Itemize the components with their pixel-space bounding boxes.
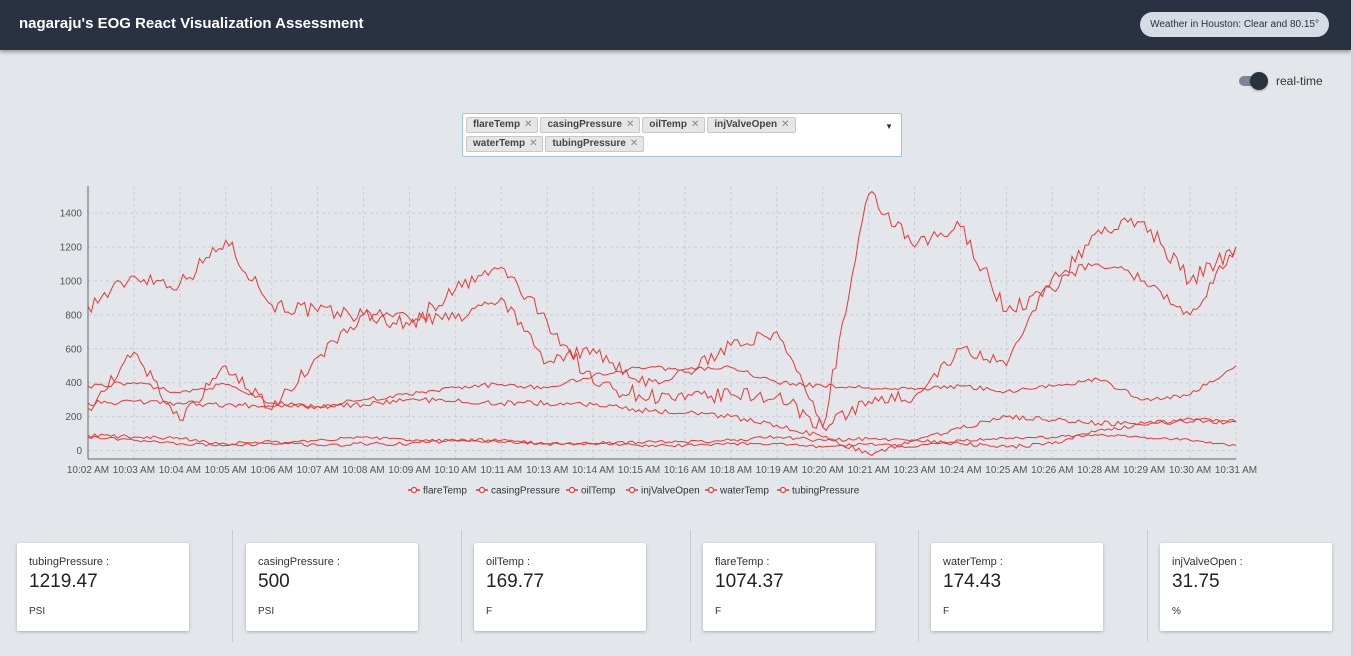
series-line-casingPressure <box>87 365 1237 409</box>
x-tick-label: 10:19 AM <box>756 465 798 476</box>
x-tick-label: 10:20 AM <box>802 465 844 476</box>
metric-card-casing-pressure: casingPressure : 500 PSI <box>246 543 418 631</box>
y-tick-label: 600 <box>65 344 82 355</box>
card-unit: F <box>715 606 722 617</box>
card-label: waterTemp : <box>943 556 1003 568</box>
card-value: 169.77 <box>486 571 545 592</box>
x-tick-label: 10:21 AM <box>848 465 890 476</box>
x-tick-label: 10:31 AM <box>1215 465 1257 476</box>
x-tick-label: 10:28 AM <box>1077 465 1119 476</box>
legend-marker <box>568 486 576 494</box>
x-tick-label: 10:05 AM <box>205 465 247 476</box>
legend-label: waterTemp <box>719 486 769 497</box>
legend-label: casingPressure <box>491 486 560 497</box>
card-label: casingPressure : <box>258 556 340 568</box>
legend-marker <box>779 486 787 494</box>
series-line-waterTemp <box>87 397 1237 457</box>
x-tick-label: 10:26 AM <box>1031 465 1073 476</box>
y-tick-label: 400 <box>65 378 82 389</box>
y-tick-label: 800 <box>65 310 82 321</box>
card-divider <box>1147 530 1148 642</box>
x-tick-label: 10:18 AM <box>710 465 752 476</box>
card-unit: PSI <box>258 606 275 617</box>
legend-marker <box>707 486 715 494</box>
card-value: 174.43 <box>943 571 1002 592</box>
card-divider <box>232 530 233 642</box>
x-tick-label: 10:06 AM <box>251 465 293 476</box>
card-value: 1074.37 <box>715 571 784 592</box>
card-label: oilTemp : <box>486 556 531 568</box>
card-value: 500 <box>258 571 290 592</box>
x-tick-label: 10:25 AM <box>985 465 1027 476</box>
metric-card-oil-temp: oilTemp : 169.77 F <box>474 543 646 631</box>
x-tick-label: 10:14 AM <box>572 465 614 476</box>
card-unit: % <box>1172 606 1181 617</box>
card-divider <box>461 530 462 642</box>
card-unit: F <box>486 606 493 617</box>
x-tick-label: 10:15 AM <box>618 465 660 476</box>
x-tick-label: 10:13 AM <box>526 465 568 476</box>
line-chart: 0 200 400 600 800 1000 1200 1400 10:02 AM 10:03 A… <box>60 186 1257 497</box>
card-label: tubingPressure : <box>29 556 110 568</box>
x-tick-label: 10:11 AM <box>481 465 523 476</box>
y-tick-label: 1400 <box>60 209 83 220</box>
card-unit: PSI <box>29 606 46 617</box>
x-tick-label: 10:10 AM <box>434 465 476 476</box>
legend-marker <box>628 486 636 494</box>
x-tick-label: 10:16 AM <box>664 465 706 476</box>
card-label: injValveOpen : <box>1172 556 1243 568</box>
legend-label: flareTemp <box>423 486 467 497</box>
metric-card-inj-valve-open: injValveOpen : 31.75 % <box>1160 543 1332 631</box>
legend-label: injValveOpen <box>641 486 700 497</box>
x-tick-label: 10:03 AM <box>113 465 155 476</box>
legend-label: tubingPressure <box>792 486 860 497</box>
y-tick-label: 0 <box>76 446 82 457</box>
y-tick-label: 1000 <box>60 276 83 287</box>
x-tick-label: 10:23 AM <box>893 465 935 476</box>
card-divider <box>690 530 691 642</box>
x-tick-label: 10:29 AM <box>1123 465 1165 476</box>
metric-card-tubing-pressure: tubingPressure : 1219.47 PSI <box>17 543 189 631</box>
x-tick-label: 10:24 AM <box>939 465 981 476</box>
x-tick-label: 10:02 AM <box>67 465 109 476</box>
card-label: flareTemp : <box>715 556 770 568</box>
legend-label: oilTemp <box>581 486 616 497</box>
x-tick-label: 10:04 AM <box>159 465 201 476</box>
x-tick-label: 10:30 AM <box>1169 465 1211 476</box>
card-unit: F <box>943 606 950 617</box>
x-tick-label: 10:08 AM <box>342 465 384 476</box>
series-line-flareTemp <box>87 190 1237 429</box>
card-value: 31.75 <box>1172 571 1220 592</box>
metric-card-flare-temp: flareTemp : 1074.37 F <box>703 543 875 631</box>
y-tick-label: 1200 <box>60 243 83 254</box>
x-tick-label: 10:07 AM <box>296 465 338 476</box>
series-line-tubingPressure <box>87 246 1237 432</box>
legend-marker <box>478 486 486 494</box>
metric-card-water-temp: waterTemp : 174.43 F <box>931 543 1103 631</box>
card-value: 1219.47 <box>29 571 98 592</box>
card-divider <box>918 530 919 642</box>
legend-marker <box>410 486 418 494</box>
x-tick-label: 10:09 AM <box>388 465 430 476</box>
y-tick-label: 200 <box>65 412 82 423</box>
